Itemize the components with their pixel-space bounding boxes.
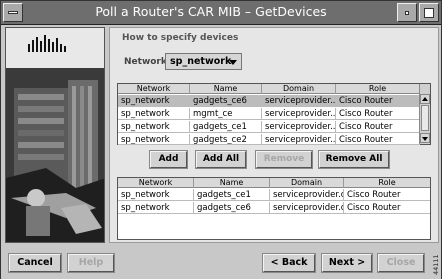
chevron-down-icon bbox=[229, 60, 237, 65]
scroll-up-arrow-icon[interactable] bbox=[420, 94, 430, 104]
column-header-name[interactable]: Name bbox=[194, 178, 270, 188]
cell-name: gadgets_ce2 bbox=[190, 134, 262, 144]
column-header-domain[interactable]: Domain bbox=[270, 178, 344, 188]
scrollbar-thumb[interactable] bbox=[421, 105, 429, 131]
cell-name: gadgets_ce6 bbox=[190, 95, 262, 107]
column-header-role[interactable]: Role bbox=[344, 178, 430, 188]
add-all-button[interactable]: Add All bbox=[195, 150, 247, 169]
maximize-icon[interactable] bbox=[419, 3, 439, 22]
cell-role: Cisco Router bbox=[336, 95, 420, 107]
column-header-network[interactable]: Network bbox=[118, 178, 194, 188]
network-select-value: sp_network bbox=[170, 56, 232, 67]
cell-network: sp_network bbox=[118, 202, 194, 214]
cell-domain: serviceprovider... bbox=[262, 134, 336, 144]
cell-network: sp_network bbox=[118, 95, 190, 107]
table-row[interactable]: sp_network gadgets_ce1 serviceprovider. c… bbox=[118, 189, 430, 201]
column-header-network[interactable]: Network bbox=[118, 84, 190, 94]
cell-name: gadgets_ce1 bbox=[190, 121, 262, 133]
network-select[interactable]: sp_network bbox=[165, 53, 242, 70]
table-row[interactable]: sp_network gadgets_ce6 serviceprovider..… bbox=[118, 95, 420, 107]
title-bar[interactable]: Poll a Router's CAR MIB – GetDevices bbox=[1, 1, 441, 25]
network-label: Network: bbox=[124, 57, 171, 67]
cell-domain: serviceprovider.c... bbox=[270, 202, 344, 214]
cell-role: Cisco Router bbox=[336, 108, 420, 120]
cell-domain: serviceprovider.c... bbox=[270, 189, 344, 201]
minimize-icon[interactable] bbox=[397, 3, 417, 22]
scroll-down-arrow-icon[interactable] bbox=[420, 133, 430, 143]
section-heading: How to specify devices bbox=[122, 33, 239, 43]
cell-network: sp_network bbox=[118, 108, 190, 120]
cell-network: sp_network bbox=[118, 189, 194, 201]
remove-button[interactable]: Remove bbox=[255, 150, 313, 169]
window-menu-icon[interactable] bbox=[3, 3, 23, 22]
remove-all-button[interactable]: Remove All bbox=[318, 150, 390, 169]
available-table-header: Network Name Domain Role bbox=[118, 84, 420, 94]
cell-name: gadgets_ce6 bbox=[194, 202, 270, 214]
selected-table-header: Network Name Domain Role bbox=[118, 178, 430, 188]
cell-role: Cisco Router bbox=[336, 134, 420, 144]
cell-domain: serviceprovider... bbox=[262, 95, 336, 107]
cell-domain: serviceprovider... bbox=[262, 108, 336, 120]
table-row[interactable]: sp_network gadgets_ce2 serviceprovider..… bbox=[118, 134, 420, 145]
available-devices-table[interactable]: Network Name Domain Role sp_network gadg… bbox=[117, 83, 431, 145]
table-row[interactable]: sp_network gadgets_ce1 serviceprovider..… bbox=[118, 121, 420, 133]
cancel-button[interactable]: Cancel bbox=[8, 253, 62, 273]
wizard-footer: Cancel Help < Back Next > Close bbox=[1, 246, 441, 279]
close-button[interactable]: Close bbox=[377, 253, 425, 273]
window-title: Poll a Router's CAR MIB – GetDevices bbox=[95, 4, 327, 19]
cell-role: Cisco Router bbox=[347, 190, 401, 200]
cell-domain: serviceprovider... bbox=[262, 121, 336, 133]
table-row[interactable]: sp_network gadgets_ce6 serviceprovider. c… bbox=[118, 202, 430, 214]
cell-network: sp_network bbox=[118, 134, 190, 144]
content-panel: How to specify devices Network: sp_netwo… bbox=[109, 27, 439, 243]
column-header-domain[interactable]: Domain bbox=[262, 84, 336, 94]
column-header-name[interactable]: Name bbox=[190, 84, 262, 94]
wizard-window: Poll a Router's CAR MIB – GetDevices How… bbox=[0, 0, 442, 279]
column-header-role[interactable]: Role bbox=[336, 84, 420, 94]
cell-name: gadgets_ce1 bbox=[194, 189, 270, 201]
add-button[interactable]: Add bbox=[149, 150, 188, 169]
figure-code: 44111 bbox=[432, 254, 440, 275]
cell-role: Cisco Router bbox=[336, 121, 420, 133]
cell-role: Cisco Router bbox=[347, 203, 401, 213]
back-button[interactable]: < Back bbox=[262, 253, 316, 273]
help-button[interactable]: Help bbox=[67, 253, 115, 273]
table-row[interactable]: sp_network mgmt_ce serviceprovider... Ci… bbox=[118, 108, 420, 120]
wizard-side-image bbox=[5, 27, 105, 243]
available-table-scrollbar[interactable] bbox=[419, 84, 430, 144]
cell-network: sp_network bbox=[118, 121, 190, 133]
selected-devices-table[interactable]: Network Name Domain Role sp_network gadg… bbox=[117, 177, 431, 240]
cell-name: mgmt_ce bbox=[190, 108, 262, 120]
next-button[interactable]: Next > bbox=[321, 253, 373, 273]
